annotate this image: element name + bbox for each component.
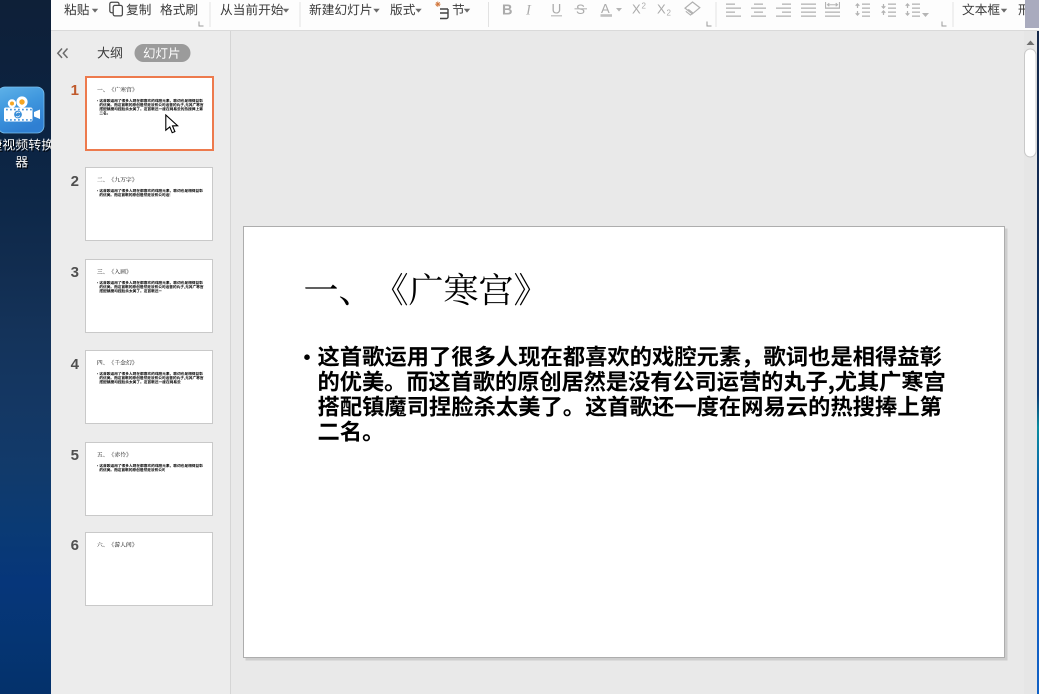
svg-text:2: 2: [642, 2, 647, 11]
svg-text:X: X: [657, 2, 666, 17]
svg-text:A: A: [601, 1, 610, 16]
svg-text:2: 2: [667, 9, 672, 18]
svg-text:I: I: [525, 3, 532, 19]
svg-text:B: B: [502, 3, 512, 19]
svg-text:U: U: [552, 2, 562, 17]
svg-text:X: X: [632, 2, 641, 17]
